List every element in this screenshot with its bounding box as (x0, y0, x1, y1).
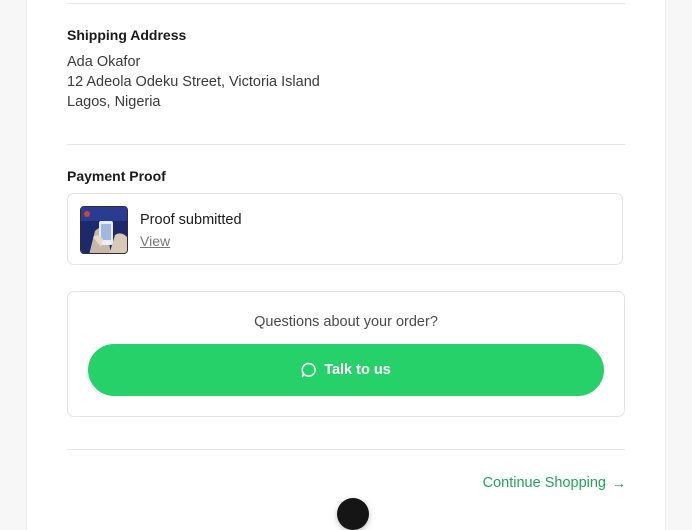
shipping-street: 12 Adeola Odeku Street, Victoria Island (67, 74, 320, 90)
continue-shopping-label: Continue Shopping (482, 475, 606, 491)
shipping-divider (67, 144, 625, 145)
shipping-address-title: Shipping Address (67, 27, 187, 43)
continue-shopping-link[interactable]: Continue Shopping → (483, 475, 626, 491)
floating-action-button[interactable] (337, 498, 369, 530)
talk-to-us-label: Talk to us (324, 362, 391, 378)
payment-proof-thumbnail[interactable] (80, 206, 128, 254)
talk-to-us-button[interactable]: Talk to us (88, 344, 604, 396)
proof-status-text: Proof submitted (140, 212, 242, 228)
payment-proof-box: Proof submitted View (67, 193, 623, 265)
shipping-name: Ada Okafor (67, 54, 141, 70)
order-help-box: Questions about your order? Talk to us (67, 291, 625, 417)
footer-divider (67, 449, 625, 450)
arrow-right-icon: → (612, 475, 626, 491)
proof-view-link[interactable]: View (140, 233, 170, 249)
chat-bubble-icon (301, 362, 317, 378)
top-divider (67, 3, 625, 4)
order-details-card: Shipping Address Ada Okafor 12 Adeola Od… (26, 0, 666, 530)
shipping-city: Lagos, Nigeria (67, 94, 161, 110)
help-question: Questions about your order? (254, 314, 438, 330)
proof-image-icon (81, 207, 127, 253)
payment-proof-title: Payment Proof (67, 168, 166, 184)
